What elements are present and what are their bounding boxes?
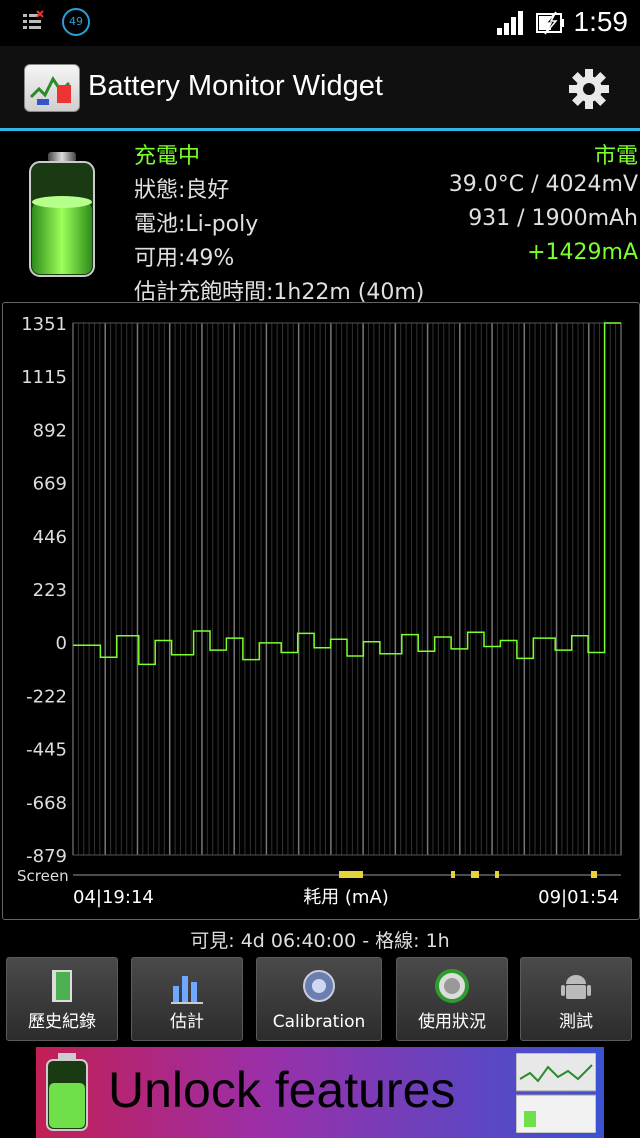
chart-canvas: 1351 1115 892 669 446 223 0 -222 -445 -668 -879Scr… [17,314,622,908]
y-tick-label: -879 [26,846,67,867]
screen-on-mark [451,871,455,878]
battery-available: 可用:49% [134,246,235,271]
usage-button[interactable]: 使用狀況 [396,957,508,1041]
history-button-label: 歷史紀錄 [28,1012,96,1032]
gauge-icon [303,970,335,1002]
list-icon [23,10,44,29]
y-tick-label: 446 [33,527,67,548]
test-button[interactable]: 測試 [520,957,632,1041]
consumption-chart[interactable]: 1351 1115 892 669 446 223 0 -222 -445 -668 -879 Scr… [2,302,640,920]
battery-charging-icon [536,11,564,35]
usage-button-label: 使用狀況 [418,1012,486,1032]
power-source: 市電 [593,144,638,169]
y-tick-label: 892 [33,420,67,441]
test-button-label: 測試 [559,1012,593,1032]
screen-on-mark [471,871,479,878]
y-tick-label: 1115 [21,367,67,388]
sync-circle-icon: 49 [62,8,90,36]
battery-type: 電池:Li-poly [134,212,259,237]
y-tick-label: 669 [33,474,67,495]
battery-health: 狀態:良好 [134,178,230,203]
app-title: Battery Monitor Widget [88,70,383,102]
calibration-button[interactable]: Calibration [256,957,382,1041]
y-tick-label: 223 [33,580,67,601]
gear-icon[interactable] [566,66,612,112]
screen-on-mark [339,871,363,878]
y-tick-label: -222 [26,686,67,707]
widget-preview-icon [516,1053,596,1133]
estimate-button-label: 估計 [170,1012,204,1032]
bar-chart-icon [171,976,203,1004]
banner-text: Unlock features [108,1062,456,1118]
status-time: 1:59 [573,6,629,37]
signal-icon [497,11,523,35]
y-tick-label: 0 [56,633,67,654]
status-bar: 49 1:59 [0,0,640,46]
y-tick-label: -668 [26,793,67,814]
android-icon [561,975,591,999]
battery-promo-icon [46,1053,88,1131]
battery-level-icon [29,152,95,277]
estimate-button[interactable]: 估計 [131,957,243,1041]
screen-on-mark [495,871,499,878]
screen-on-mark [591,871,597,878]
action-bar: Battery Monitor Widget [0,46,640,131]
battery-capacity: 931 / 1900mAh [468,206,638,231]
x-end-label: 09|01:54 [538,887,619,908]
history-button[interactable]: 歷史紀錄 [6,957,118,1041]
usage-icon [435,969,469,1003]
unlock-features-banner[interactable]: Unlock features [36,1047,604,1138]
battery-current: +1429mA [527,240,638,265]
app-icon[interactable] [24,64,80,112]
x-start-label: 04|19:14 [73,887,154,908]
door-icon [52,970,72,1002]
visible-range-label: 可見: 4d 06:40:00 - 格線: 1h [190,930,450,952]
charging-state: 充電中 [134,144,201,169]
screen-label: Screen [17,867,69,885]
y-tick-label: 1351 [21,314,67,335]
temperature-voltage: 39.0°C / 4024mV [448,172,638,197]
x-axis-label: 耗用 (mA) [303,887,389,908]
y-tick-label: -445 [26,740,67,761]
calibration-button-label: Calibration [272,1012,366,1032]
